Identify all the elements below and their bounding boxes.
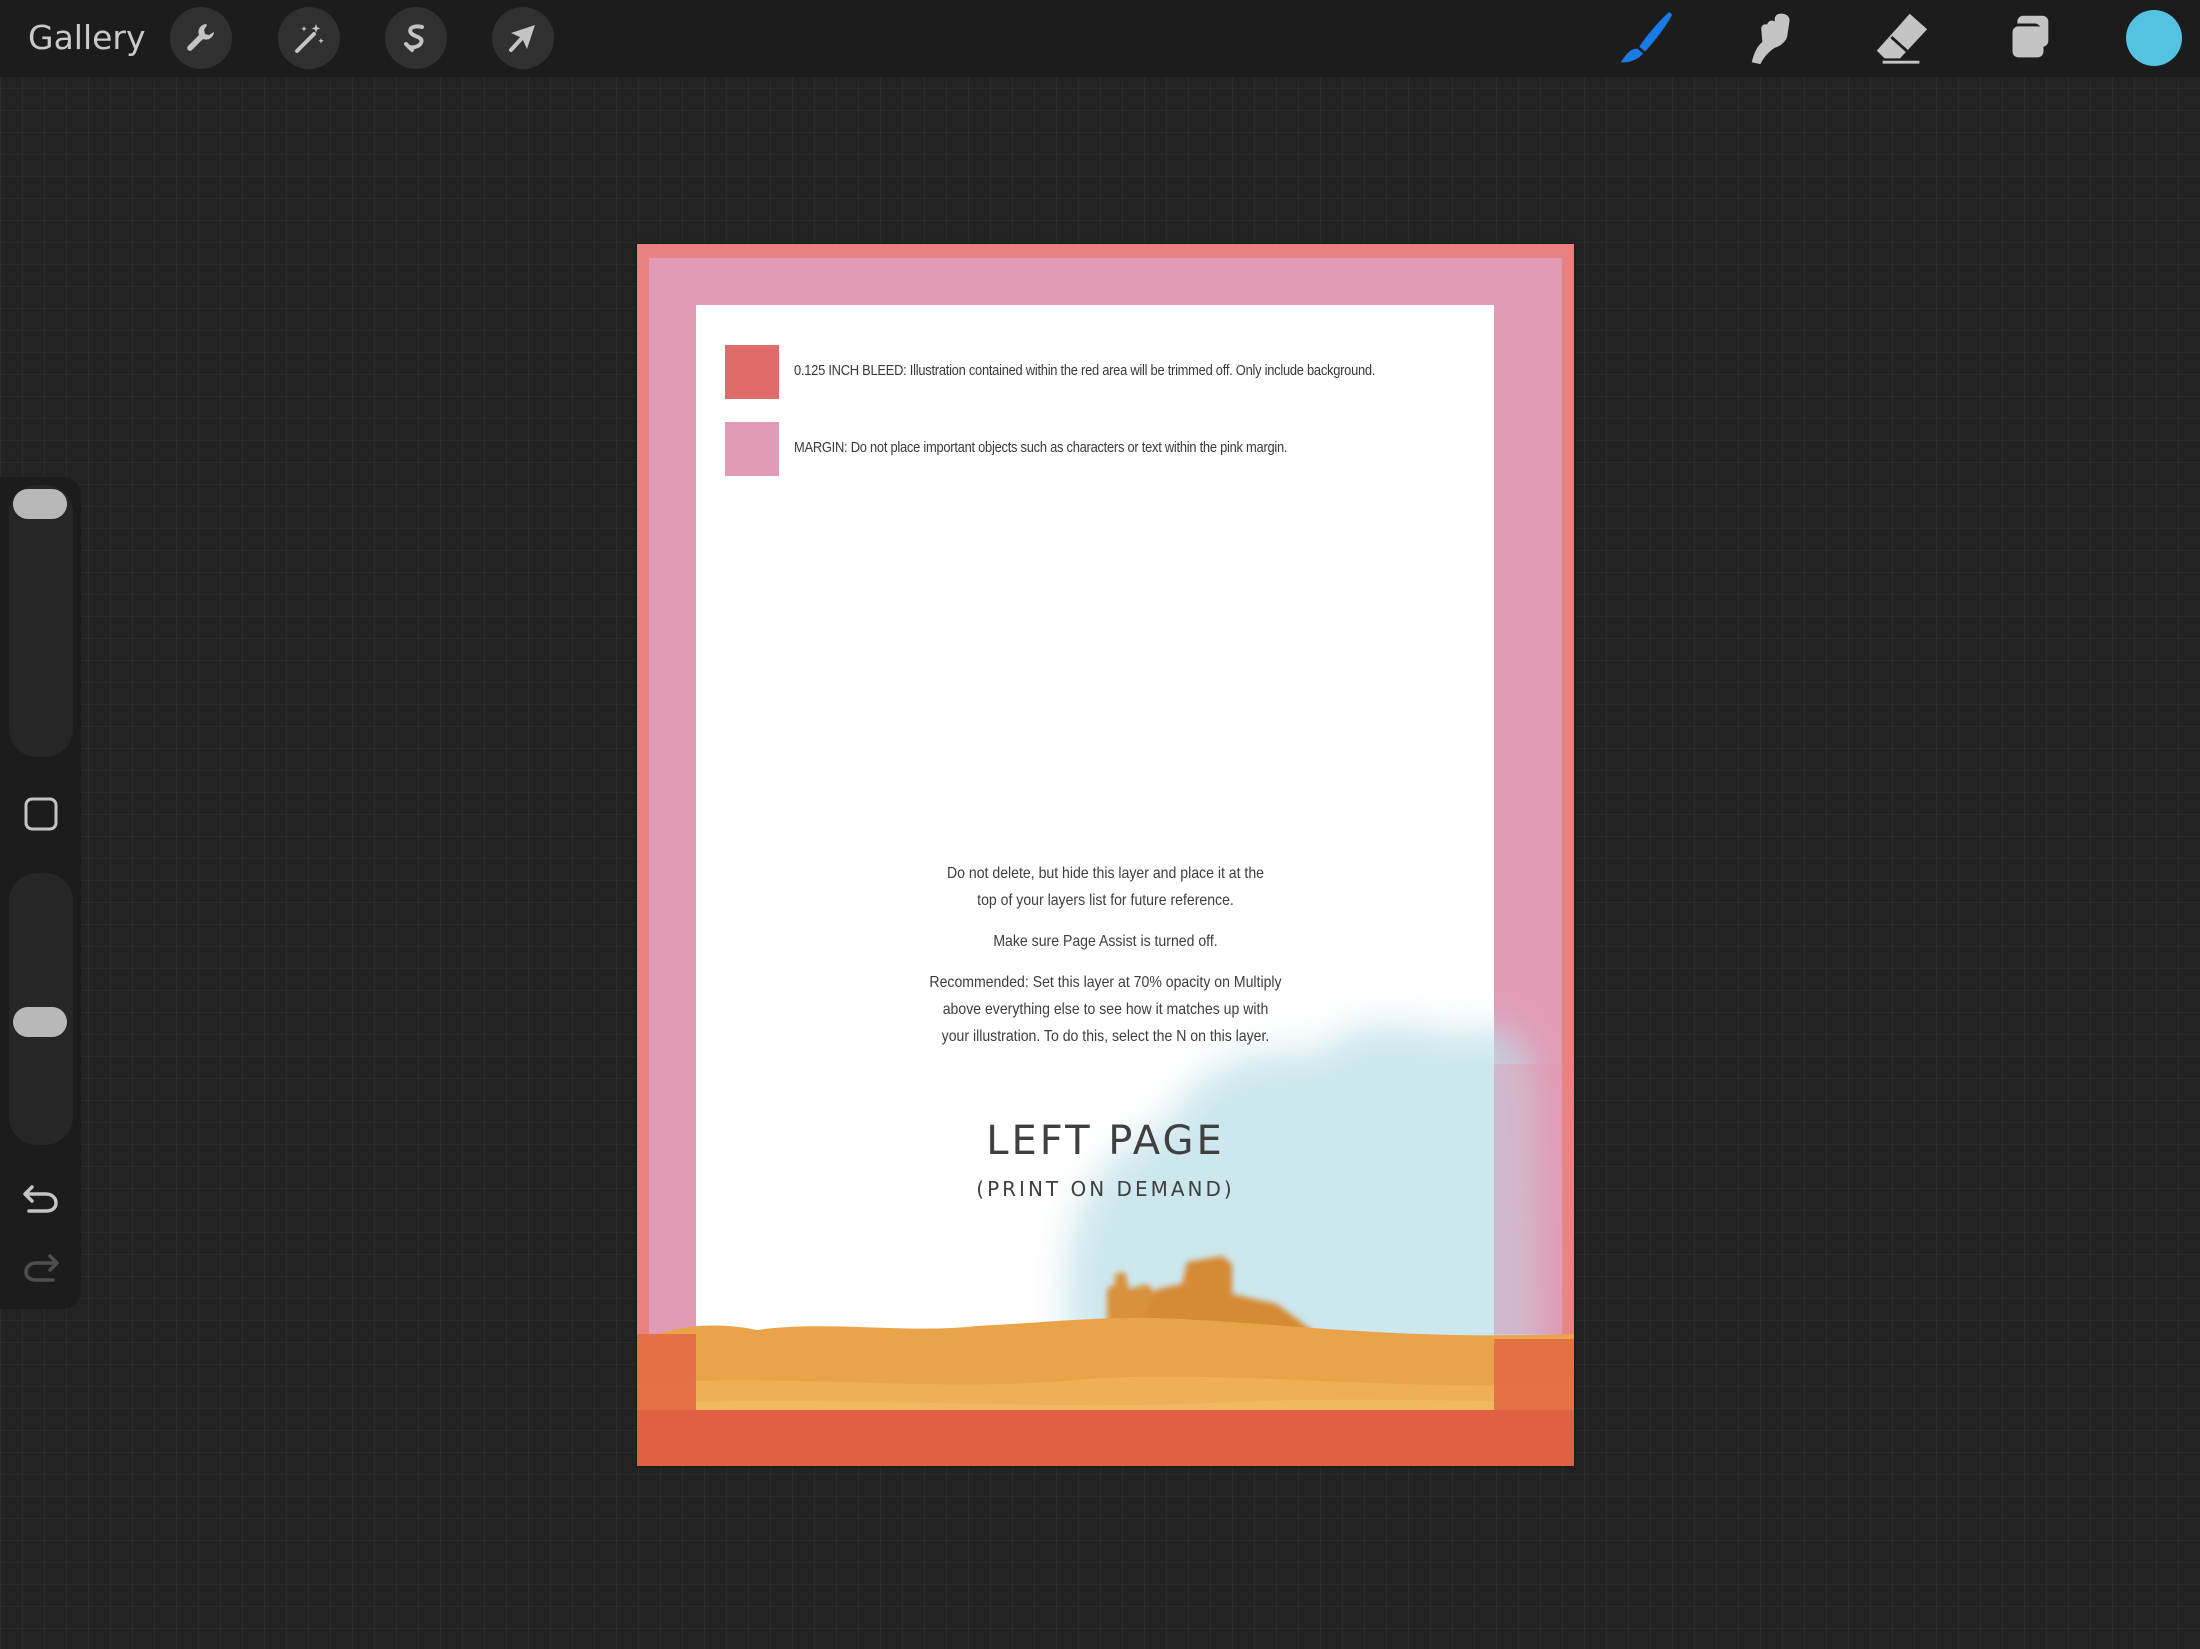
transform-button[interactable] bbox=[492, 7, 554, 69]
top-toolbar: Gallery bbox=[0, 0, 2200, 77]
note-line: Recommended: Set this layer at 70% opaci… bbox=[929, 974, 1282, 991]
brush-size-slider[interactable] bbox=[9, 485, 73, 757]
note-line: above everything else to see how it matc… bbox=[942, 1001, 1269, 1018]
brush-tool-button[interactable] bbox=[1616, 8, 1676, 68]
smudge-icon bbox=[1751, 13, 1790, 65]
selection-button[interactable] bbox=[385, 7, 447, 69]
left-sidebar bbox=[0, 477, 81, 1309]
bleed-swatch bbox=[725, 345, 779, 399]
color-picker-button[interactable] bbox=[2126, 10, 2182, 66]
canvas-document[interactable]: 0.125 INCH BLEED: Illustration contained… bbox=[637, 244, 1574, 1466]
magic-wand-icon bbox=[295, 24, 324, 53]
gallery-button[interactable]: Gallery bbox=[28, 16, 146, 60]
redo-icon bbox=[24, 1254, 59, 1282]
bleed-legend-text: 0.125 INCH BLEED: Illustration contained… bbox=[794, 362, 1376, 379]
actions-button[interactable] bbox=[170, 7, 232, 69]
note-line: Do not delete, but hide this layer and p… bbox=[946, 865, 1264, 882]
eraser-icon bbox=[1876, 13, 1928, 64]
page-subtitle: (PRINT ON DEMAND) bbox=[976, 1177, 1235, 1201]
eyedropper-button[interactable] bbox=[24, 797, 58, 831]
note-line: Make sure Page Assist is turned off. bbox=[993, 933, 1218, 950]
selection-icon bbox=[404, 24, 424, 52]
redo-button[interactable] bbox=[20, 1246, 62, 1288]
page-title: LEFT PAGE bbox=[986, 1118, 1225, 1164]
eraser-tool-button[interactable] bbox=[1871, 8, 1931, 68]
opacity-handle[interactable] bbox=[13, 1007, 67, 1037]
brush-icon bbox=[1620, 11, 1673, 63]
transform-arrow-icon bbox=[509, 25, 535, 52]
brush-size-handle[interactable] bbox=[13, 489, 67, 519]
undo-icon bbox=[23, 1185, 58, 1213]
smudge-tool-button[interactable] bbox=[1743, 8, 1803, 68]
layers-button[interactable] bbox=[1998, 8, 2058, 68]
margin-swatch bbox=[725, 422, 779, 476]
square-icon bbox=[24, 797, 58, 831]
layers-icon bbox=[2009, 15, 2049, 58]
margin-legend-text: MARGIN: Do not place important objects s… bbox=[794, 439, 1288, 456]
note-line: your illustration. To do this, select th… bbox=[941, 1028, 1270, 1045]
note-line: top of your layers list for future refer… bbox=[977, 892, 1234, 909]
adjustments-button[interactable] bbox=[278, 7, 340, 69]
wrench-icon bbox=[187, 24, 214, 51]
undo-button[interactable] bbox=[20, 1177, 62, 1219]
